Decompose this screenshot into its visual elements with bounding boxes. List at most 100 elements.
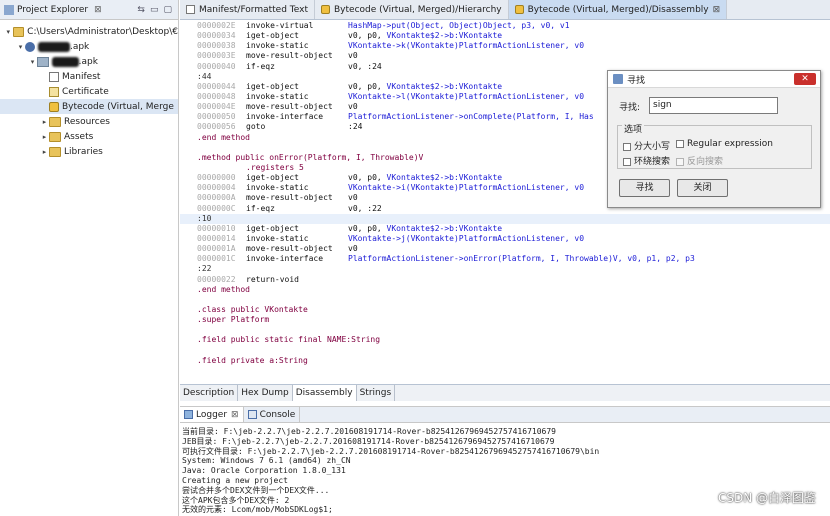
code-line[interactable]: 0000001C invoke-interface PlatformActionLi… [180, 254, 830, 264]
expand-toggle-icon[interactable]: ▸ [40, 148, 49, 156]
checkbox-icon[interactable] [623, 157, 631, 166]
view-tab[interactable]: Description [180, 385, 239, 401]
tree-item[interactable]: ▸ Libraries [0, 144, 178, 159]
code-line[interactable]: 00000014 invoke-static VKontakte->j(VKonta… [180, 234, 830, 244]
tree-item-label: Resources [64, 116, 110, 127]
minimize-icon[interactable]: ▭ [150, 5, 159, 15]
log-line: 当前目录: F:\jeb-2.2.7\jeb-2.2.7.20160819171… [182, 427, 556, 436]
find-dialog-titlebar[interactable]: 寻找 ✕ [608, 71, 820, 88]
logger-icon [184, 410, 193, 419]
code-opcode: invoke-static [246, 91, 309, 101]
view-tab[interactable]: Hex Dump [238, 385, 293, 401]
code-line[interactable]: :22 [180, 264, 830, 274]
expand-toggle-icon[interactable]: ▸ [40, 118, 49, 126]
code-address: 00000034 [197, 31, 236, 41]
code-line[interactable]: 00000034 iget-object v0, p0, VKontakte$2->… [180, 31, 830, 41]
option-case-sensitive[interactable]: 分大小写 [623, 139, 670, 152]
close-button[interactable]: ✕ [794, 73, 816, 85]
tree-item[interactable]: ▾ C:\Users\Administrator\Desktop\€ [0, 24, 178, 39]
tree-item[interactable]: Manifest [0, 69, 178, 84]
code-operand: v0 [348, 102, 358, 112]
code-operand: VKontakte->k(VKontakte)PlatformActionLis… [348, 41, 585, 51]
code-line[interactable]: .class public VKontakte [180, 305, 830, 315]
tree-item[interactable]: ▸ Assets [0, 129, 178, 144]
code-line[interactable]: .end method [180, 285, 830, 295]
code-opcode: if-eqz [246, 61, 275, 71]
option-wrap-label: 环绕搜索 [634, 157, 671, 167]
project-explorer-tab[interactable]: Project Explorer ⊠ ⇆ ▭ ▢ [0, 0, 178, 20]
code-address: 0000003E [197, 51, 236, 61]
code-opcode: return-void [246, 274, 299, 284]
code-operand: v0 [348, 51, 358, 61]
expand-toggle-icon[interactable]: ▾ [16, 43, 25, 51]
project-explorer-title: Project Explorer [17, 4, 89, 15]
checkbox-icon[interactable] [676, 157, 684, 166]
code-line[interactable]: 0000001A move-result-object v0 [180, 244, 830, 254]
code-line[interactable] [180, 325, 830, 335]
tab-console[interactable]: Console [244, 407, 301, 422]
find-dialog: 寻找 ✕ 寻找: sign 选项 分大小写 Regular expression… [607, 70, 821, 208]
tree-item[interactable]: ▾ xxxxxx.apk [0, 39, 178, 54]
editor-tab[interactable]: Bytecode (Virtual, Merged)/Hierarchy [315, 0, 509, 19]
code-line[interactable]: 00000022 return-void [180, 275, 830, 285]
code-directive: .field public static final NAME:String [197, 335, 381, 345]
expand-toggle-icon[interactable]: ▾ [28, 58, 37, 66]
close-icon[interactable]: ⊠ [94, 5, 102, 15]
code-address: 00000000 [197, 173, 236, 183]
log-line: Creating a new project [182, 475, 288, 485]
code-address: 00000010 [197, 223, 236, 233]
code-operand: v0, p0, [348, 81, 387, 91]
code-line[interactable]: 0000002E invoke-virtual HashMap->put(Objec… [180, 21, 830, 31]
editor-tab-label: Bytecode (Virtual, Merged)/Hierarchy [334, 4, 502, 15]
redacted-name: xxxxxx [38, 41, 70, 52]
watermark: CSDN @白泽图鉴 [717, 491, 816, 505]
tree-item[interactable]: ▸ Resources [0, 114, 178, 129]
code-opcode: invoke-virtual [246, 21, 314, 30]
folder-icon [49, 116, 61, 127]
editor-tab[interactable]: Manifest/Formatted Text [180, 0, 315, 19]
certificate-icon [49, 86, 59, 97]
code-opcode: goto [246, 122, 266, 132]
code-directive: .super Platform [197, 315, 270, 325]
code-opcode: invoke-static [246, 233, 309, 243]
tree-item-label: Assets [64, 131, 94, 142]
tree-item[interactable]: ▾ xxxxx.apk [0, 54, 178, 69]
code-line[interactable] [180, 295, 830, 305]
option-reverse-search[interactable]: 反向搜索 [676, 154, 723, 167]
code-address: 0000000C [197, 203, 236, 213]
code-line[interactable]: .super Platform [180, 315, 830, 325]
code-label: :22 [197, 264, 212, 274]
project-explorer-panel: Project Explorer ⊠ ⇆ ▭ ▢ ▾ C:\Users\Admin… [0, 0, 179, 516]
close-icon[interactable]: ⊠ [713, 5, 721, 15]
code-line[interactable]: 0000003E move-result-object v0 [180, 51, 830, 61]
checkbox-icon[interactable] [623, 142, 631, 151]
find-button[interactable]: 寻找 [619, 179, 670, 197]
tree-item-label: .apk [78, 56, 98, 67]
expand-toggle-icon[interactable]: ▾ [4, 28, 13, 36]
close-dialog-button[interactable]: 关闭 [677, 179, 728, 197]
checkbox-icon[interactable] [676, 139, 684, 148]
editor-tab[interactable]: Bytecode (Virtual, Merged)/Disassembly ⊠ [508, 0, 728, 19]
view-tab[interactable]: Strings [357, 385, 396, 401]
collapse-all-icon[interactable]: ⇆ [137, 5, 145, 15]
expand-toggle-icon[interactable]: ▸ [40, 133, 49, 141]
code-line[interactable]: .field public static final NAME:String [180, 335, 830, 345]
find-input[interactable]: sign [649, 97, 778, 114]
tree-item[interactable]: Bytecode (Virtual, Merge [0, 99, 178, 114]
code-line[interactable]: :10 [180, 213, 830, 224]
option-regex[interactable]: Regular expression [676, 139, 773, 149]
code-address: 00000014 [197, 233, 236, 243]
option-regex-label: Regular expression [687, 139, 773, 149]
tree-item[interactable]: Certificate [0, 84, 178, 99]
close-icon[interactable]: ⊠ [231, 410, 239, 420]
view-tab[interactable]: Disassembly [292, 385, 357, 401]
option-wrap-search[interactable]: 环绕搜索 [623, 154, 670, 167]
tab-console-label: Console [259, 409, 296, 420]
code-line[interactable]: 00000038 invoke-static VKontakte->k(VKonta… [180, 41, 830, 51]
code-line[interactable]: .field private a:String [180, 356, 830, 366]
tab-logger[interactable]: Logger ⊠ [180, 407, 244, 422]
code-line[interactable] [180, 346, 830, 356]
maximize-icon[interactable]: ▢ [163, 5, 172, 15]
code-opcode: move-result-object [246, 244, 333, 254]
code-line[interactable]: 00000010 iget-object v0, p0, VKontakte$2->… [180, 224, 830, 234]
